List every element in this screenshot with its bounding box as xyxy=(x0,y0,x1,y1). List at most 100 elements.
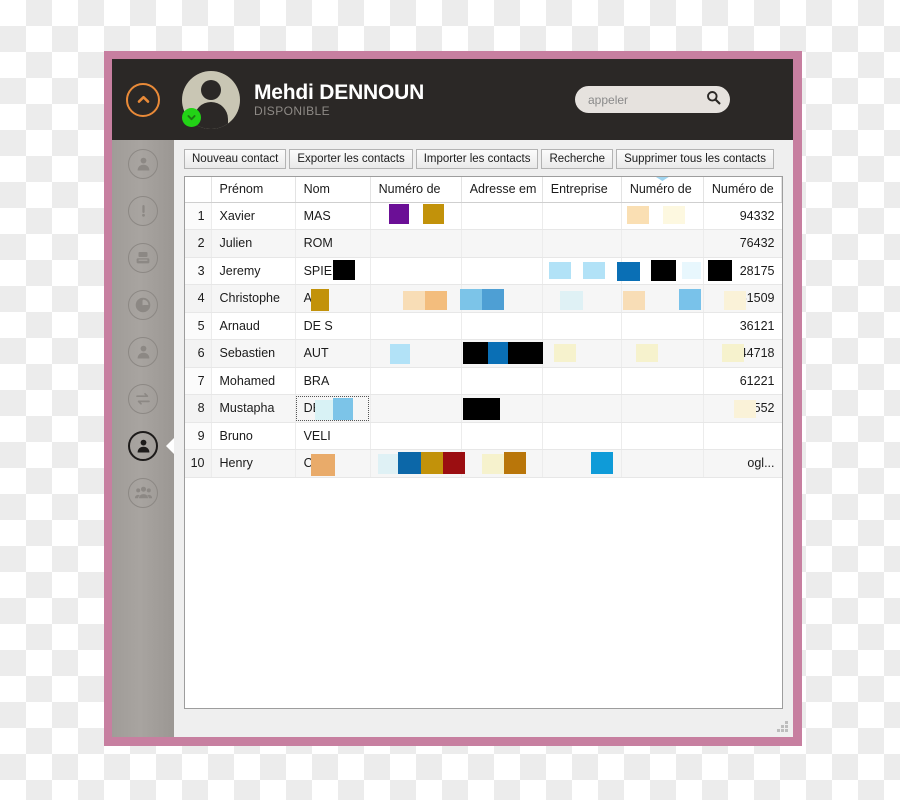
cell-nom[interactable]: VELI xyxy=(295,422,371,450)
cell-idx[interactable]: 9 xyxy=(185,422,212,450)
cell-entreprise[interactable] xyxy=(542,284,622,313)
cell-num3[interactable]: 36121 xyxy=(703,312,782,340)
cell-num1[interactable] xyxy=(370,339,462,368)
sidebar-item-profile[interactable] xyxy=(112,328,174,375)
cell-email[interactable] xyxy=(461,229,543,258)
cell-num3[interactable]: 61221 xyxy=(703,367,782,395)
chevron-up-circle-icon[interactable] xyxy=(126,82,160,117)
cell-entreprise[interactable] xyxy=(542,394,622,423)
cell-idx[interactable]: 5 xyxy=(185,312,212,340)
resize-grip-icon[interactable] xyxy=(777,721,789,733)
cell-nom[interactable]: ASS xyxy=(295,284,371,313)
table-body[interactable]: 1 Xavier MAS 94332 2 Julien ROM 76432 3 Jeremy SPI… xyxy=(185,202,782,478)
cell-email[interactable] xyxy=(461,202,543,230)
cell-prenom[interactable]: Xavier xyxy=(211,202,296,230)
cell-entreprise[interactable] xyxy=(542,367,622,395)
cell-num3[interactable]: 05552 xyxy=(703,394,782,423)
cell-idx[interactable]: 4 xyxy=(185,284,212,313)
cell-prenom[interactable]: Sebastien xyxy=(211,339,296,368)
cell-num3[interactable]: 44718 xyxy=(703,339,782,368)
cell-num2[interactable] xyxy=(621,229,704,258)
search-button[interactable]: Recherche xyxy=(541,149,614,169)
cell-prenom[interactable]: Mustapha xyxy=(211,394,296,423)
cell-num2[interactable] xyxy=(621,339,704,368)
export-contacts-button[interactable]: Exporter les contacts xyxy=(289,149,413,169)
cell-email[interactable] xyxy=(461,284,543,313)
cell-num1[interactable] xyxy=(370,422,462,450)
cell-num1[interactable] xyxy=(370,394,462,423)
cell-idx[interactable]: 1 xyxy=(185,202,212,230)
cell-num2[interactable] xyxy=(621,257,704,285)
cell-prenom[interactable]: Bruno xyxy=(211,422,296,450)
cell-idx[interactable]: 10 xyxy=(185,449,212,478)
cell-idx[interactable]: 8 xyxy=(185,394,212,423)
cell-nom[interactable]: MAS xyxy=(295,202,371,230)
cell-num3[interactable]: 61509 xyxy=(703,284,782,313)
cell-nom[interactable]: BRA xyxy=(295,367,371,395)
cell-num1[interactable] xyxy=(370,449,462,478)
table-row[interactable]: 3 Jeremy SPIE 28175 xyxy=(185,257,782,285)
delete-all-contacts-button[interactable]: Supprimer tous les contacts xyxy=(616,149,774,169)
sidebar-item-contact[interactable] xyxy=(112,140,174,187)
cell-num2[interactable] xyxy=(621,422,704,450)
cell-num3[interactable]: 94332 xyxy=(703,202,782,230)
sidebar-item-groups[interactable] xyxy=(112,469,174,516)
cell-prenom[interactable]: Jeremy xyxy=(211,257,296,285)
table-row[interactable]: 8 Mustapha DEN 05552 xyxy=(185,394,782,423)
column-header-idx[interactable] xyxy=(185,177,212,203)
sidebar-item-voicemail[interactable] xyxy=(112,234,174,281)
cell-nom[interactable]: DEN xyxy=(295,394,371,423)
sidebar-item-transfer[interactable] xyxy=(112,375,174,422)
table-row[interactable]: 9 Bruno VELI xyxy=(185,422,782,450)
cell-num1[interactable] xyxy=(370,202,462,230)
cell-email[interactable] xyxy=(461,449,543,478)
cell-num2[interactable] xyxy=(621,367,704,395)
table-row[interactable]: 4 Christophe ASS 61509 xyxy=(185,284,782,313)
cell-prenom[interactable]: Henry xyxy=(211,449,296,478)
sidebar-item-alerts[interactable] xyxy=(112,187,174,234)
cell-num3[interactable]: 28175 xyxy=(703,257,782,285)
cell-entreprise[interactable] xyxy=(542,339,622,368)
cell-idx[interactable]: 3 xyxy=(185,257,212,285)
cell-entreprise[interactable] xyxy=(542,202,622,230)
cell-prenom[interactable]: Christophe xyxy=(211,284,296,313)
cell-entreprise[interactable] xyxy=(542,422,622,450)
table-row[interactable]: 2 Julien ROM 76432 xyxy=(185,229,782,258)
cell-num3[interactable]: 76432 xyxy=(703,229,782,258)
cell-num1[interactable] xyxy=(370,257,462,285)
cell-nom[interactable]: CRE xyxy=(295,449,371,478)
cell-num1[interactable] xyxy=(370,229,462,258)
contacts-table-panel[interactable]: Prénom Nom Numéro de Adresse em Entreprise N… xyxy=(184,176,783,709)
column-header-nom[interactable]: Nom xyxy=(295,177,371,203)
column-header-prenom[interactable]: Prénom xyxy=(211,177,296,203)
cell-entreprise[interactable] xyxy=(542,449,622,478)
cell-email[interactable] xyxy=(461,312,543,340)
cell-nom[interactable]: AUT xyxy=(295,339,371,368)
column-header-num1[interactable]: Numéro de xyxy=(370,177,462,203)
column-header-num3[interactable]: Numéro de xyxy=(703,177,782,203)
cell-email[interactable] xyxy=(461,422,543,450)
cell-num2[interactable] xyxy=(621,284,704,313)
cell-entreprise[interactable] xyxy=(542,312,622,340)
cell-num3[interactable] xyxy=(703,422,782,450)
cell-email[interactable] xyxy=(461,257,543,285)
cell-num1[interactable] xyxy=(370,284,462,313)
cell-entreprise[interactable] xyxy=(542,257,622,285)
cell-nom[interactable]: ROM xyxy=(295,229,371,258)
search-icon[interactable] xyxy=(706,90,721,110)
table-row[interactable]: 10 Henry CRE ogl... xyxy=(185,449,782,478)
column-header-email[interactable]: Adresse em xyxy=(461,177,543,203)
cell-nom[interactable]: SPIE xyxy=(295,257,371,285)
avatar[interactable] xyxy=(182,70,240,129)
cell-prenom[interactable]: Julien xyxy=(211,229,296,258)
cell-num2[interactable] xyxy=(621,449,704,478)
cell-prenom[interactable]: Arnaud xyxy=(211,312,296,340)
cell-email[interactable] xyxy=(461,394,543,423)
column-header-entreprise[interactable]: Entreprise xyxy=(542,177,622,203)
cell-email[interactable] xyxy=(461,339,543,368)
table-row[interactable]: 7 Mohamed BRA 61221 xyxy=(185,367,782,395)
cell-num2[interactable] xyxy=(621,312,704,340)
cell-num1[interactable] xyxy=(370,367,462,395)
sidebar-item-history[interactable] xyxy=(112,281,174,328)
search-input[interactable] xyxy=(588,92,706,107)
